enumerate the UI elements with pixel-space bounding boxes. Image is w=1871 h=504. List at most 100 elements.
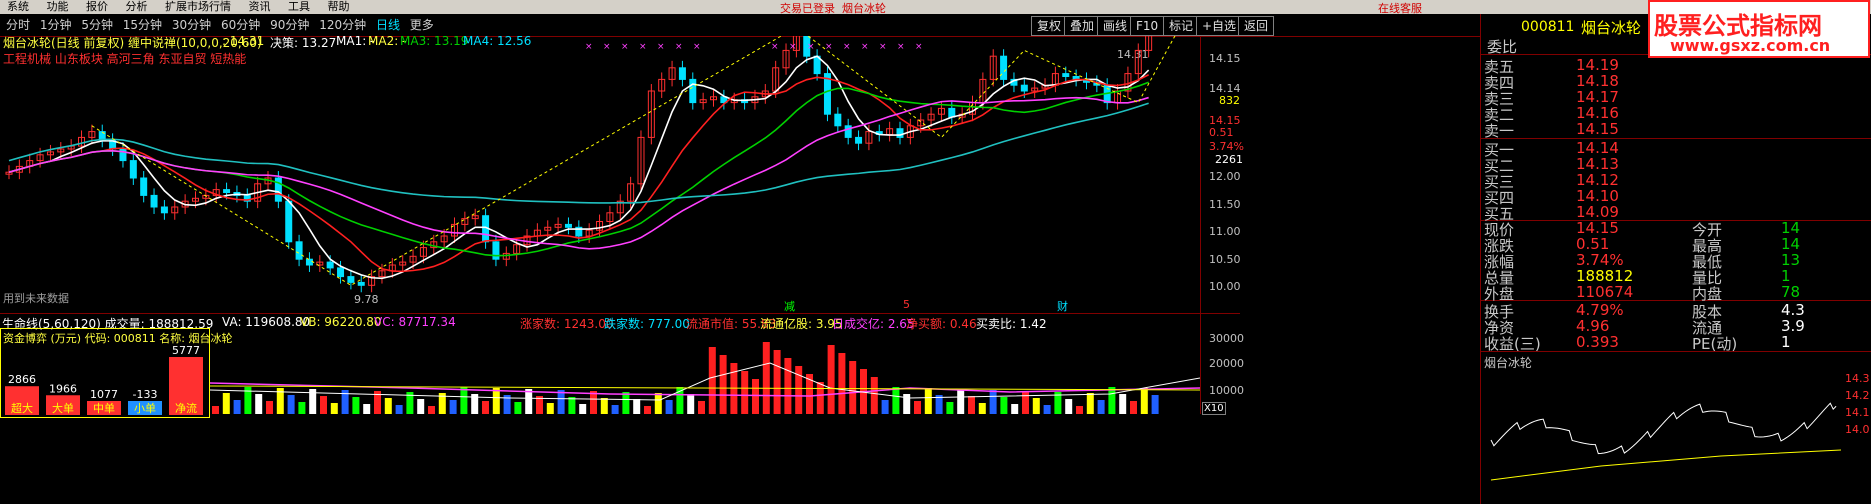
period-more[interactable]: 更多	[410, 14, 434, 36]
volume-bar	[708, 347, 716, 414]
watermark-logo: 股票公式指标网 www.gsxz.com.cn	[1648, 0, 1870, 58]
period-30min[interactable]: 30分钟	[172, 14, 211, 36]
axis-tick: 11.00	[1209, 225, 1241, 238]
volume-bar	[1032, 398, 1040, 414]
menu-function[interactable]: 功能	[47, 0, 69, 14]
candle-body	[129, 160, 137, 179]
signal-mark: ×	[693, 42, 701, 52]
fund-bar-label: 大单	[52, 401, 74, 415]
candle-body	[844, 125, 852, 138]
online-service-button[interactable]: 在线客服	[1378, 0, 1422, 14]
volume-bar	[1119, 394, 1127, 414]
stat-value: 78	[1781, 283, 1801, 301]
menu-system[interactable]: 系统	[7, 0, 29, 14]
period-15min[interactable]: 15分钟	[123, 14, 162, 36]
ask-row[interactable]: 卖一 14.15	[1481, 120, 1871, 140]
mark-button[interactable]: 标记	[1163, 16, 1200, 36]
vb-value: VB: 96220.80	[300, 315, 382, 329]
axis-tick: 12.00	[1209, 170, 1241, 183]
menu-news[interactable]: 资讯	[249, 0, 271, 14]
volume-bar	[363, 404, 371, 414]
volume-bar	[266, 401, 273, 414]
volume-bar	[924, 388, 932, 414]
volume-bar	[892, 387, 900, 414]
axis-tick: 0.51	[1209, 126, 1234, 139]
axis-tick: 832	[1219, 94, 1240, 107]
volume-bar	[330, 403, 338, 414]
signal-mark: ×	[657, 42, 665, 52]
price-axis: 14.15 14.14 832 14.15 0.51 3.74% 2261 12…	[1200, 36, 1244, 314]
axis-tick: 11.50	[1209, 198, 1241, 211]
menu-analysis[interactable]: 分析	[126, 0, 148, 14]
stat-label: PE(动)	[1692, 335, 1738, 353]
mini-tick: 14.1	[1845, 406, 1870, 419]
x10-label: X10	[1202, 402, 1226, 415]
volume-bar	[989, 390, 997, 414]
mini-tick: 14.3	[1845, 372, 1870, 385]
period-60min[interactable]: 60分钟	[221, 14, 260, 36]
volume-bar	[719, 355, 727, 414]
stat-value: 1	[1781, 333, 1791, 351]
volume-bar	[222, 393, 230, 414]
fund-bar-label: 小单	[134, 402, 156, 415]
period-1min[interactable]: 1分钟	[40, 14, 72, 36]
candle-body	[678, 67, 686, 80]
candle-body	[285, 200, 293, 243]
volume-bar	[1011, 404, 1019, 414]
login-status: 交易已登录	[780, 2, 835, 14]
volume-bar	[795, 366, 803, 414]
menu-ext-market[interactable]: 扩展市场行情	[165, 0, 231, 14]
axis-tick: 14.15	[1209, 52, 1241, 65]
period-timeline[interactable]: 分时	[6, 14, 30, 36]
axis-tick: 3.74%	[1209, 140, 1244, 153]
candle-body	[305, 258, 313, 266]
fund-bar-value: 1077	[90, 388, 118, 401]
volume-bar	[1065, 399, 1073, 414]
candle-body	[295, 241, 303, 260]
draw-button[interactable]: 画线	[1097, 16, 1134, 36]
stock-code: 000811	[1521, 19, 1575, 35]
candle-body	[1062, 73, 1070, 77]
mini-intraday-chart[interactable]	[1481, 370, 1871, 504]
f10-button[interactable]: F10	[1130, 16, 1165, 36]
quote-panel: 000811 烟台冰轮 委比 烟台冰轮 14.3 14.2 14.1 14.0 …	[1480, 14, 1871, 504]
volume-bar	[395, 405, 403, 414]
volume-bar	[460, 387, 468, 414]
period-5min[interactable]: 5分钟	[81, 14, 113, 36]
fuquan-button[interactable]: 复权	[1031, 16, 1068, 36]
overlay-button[interactable]: 叠加	[1064, 16, 1101, 36]
period-90min[interactable]: 90分钟	[270, 14, 309, 36]
stat-row[interactable]: 外盘 110674 内盘 78	[1481, 283, 1871, 303]
menu-tools[interactable]: 工具	[288, 0, 310, 14]
volume-bar	[741, 371, 749, 414]
back-button[interactable]: 返回	[1238, 16, 1275, 36]
kline-chart[interactable]: × × × × × × × × × × × × × × × ×	[0, 36, 1240, 314]
volume-bar	[752, 379, 759, 414]
volume-bar	[838, 353, 846, 414]
volume-bar	[784, 358, 792, 414]
volume-bar	[773, 350, 781, 414]
candle-body	[564, 223, 572, 228]
signal-mark: ×	[603, 42, 611, 52]
volume-bar	[1108, 387, 1116, 414]
volume-bar	[384, 398, 392, 414]
volume-bar	[1000, 397, 1008, 414]
volume-bar	[946, 402, 954, 414]
period-daily[interactable]: 日线	[376, 14, 400, 36]
signal-mark: ×	[621, 42, 629, 52]
volume-bar	[590, 391, 597, 414]
volume-bar	[525, 389, 533, 414]
signal-mark: ×	[843, 42, 851, 52]
period-120min[interactable]: 120分钟	[319, 14, 366, 36]
menu-help[interactable]: 帮助	[328, 0, 350, 14]
volume-chart[interactable]	[210, 328, 1200, 416]
menu-quote[interactable]: 报价	[86, 0, 108, 14]
add-watchlist-button[interactable]: +自选	[1196, 16, 1243, 36]
signal-mark: ×	[639, 42, 647, 52]
mini-chart-title: 烟台冰轮	[1484, 356, 1533, 370]
stat-row[interactable]: 收益(三) 0.393 PE(动) 1	[1481, 333, 1871, 353]
candle-body	[150, 194, 158, 208]
volume-bar	[611, 405, 619, 414]
volume-bar	[698, 401, 705, 414]
volume-bar	[579, 404, 587, 414]
